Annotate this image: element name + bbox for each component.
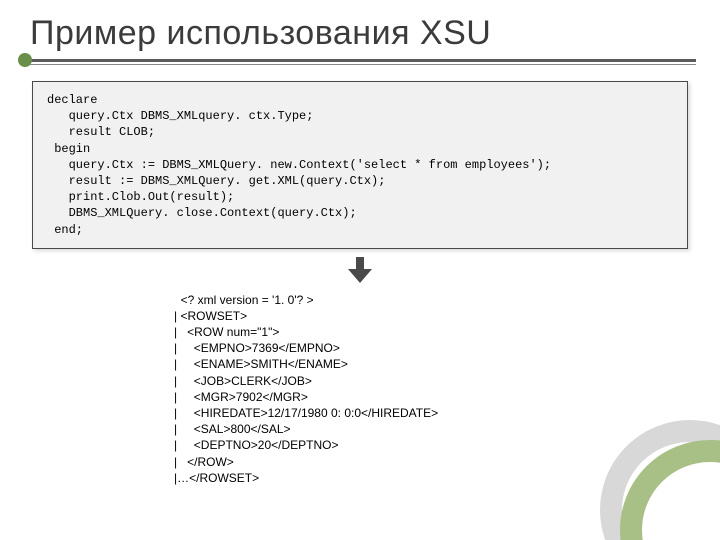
code-block-plsql: declare query.Ctx DBMS_XMLquery. ctx.Typ…	[32, 81, 688, 249]
arrow-down-icon	[24, 257, 696, 288]
corner-decoration-icon	[600, 420, 720, 540]
accent-dot-icon	[18, 53, 32, 67]
slide: Пример использования XSU declare query.C…	[0, 0, 720, 540]
page-title: Пример использования XSU	[30, 14, 696, 53]
title-divider	[24, 59, 696, 65]
